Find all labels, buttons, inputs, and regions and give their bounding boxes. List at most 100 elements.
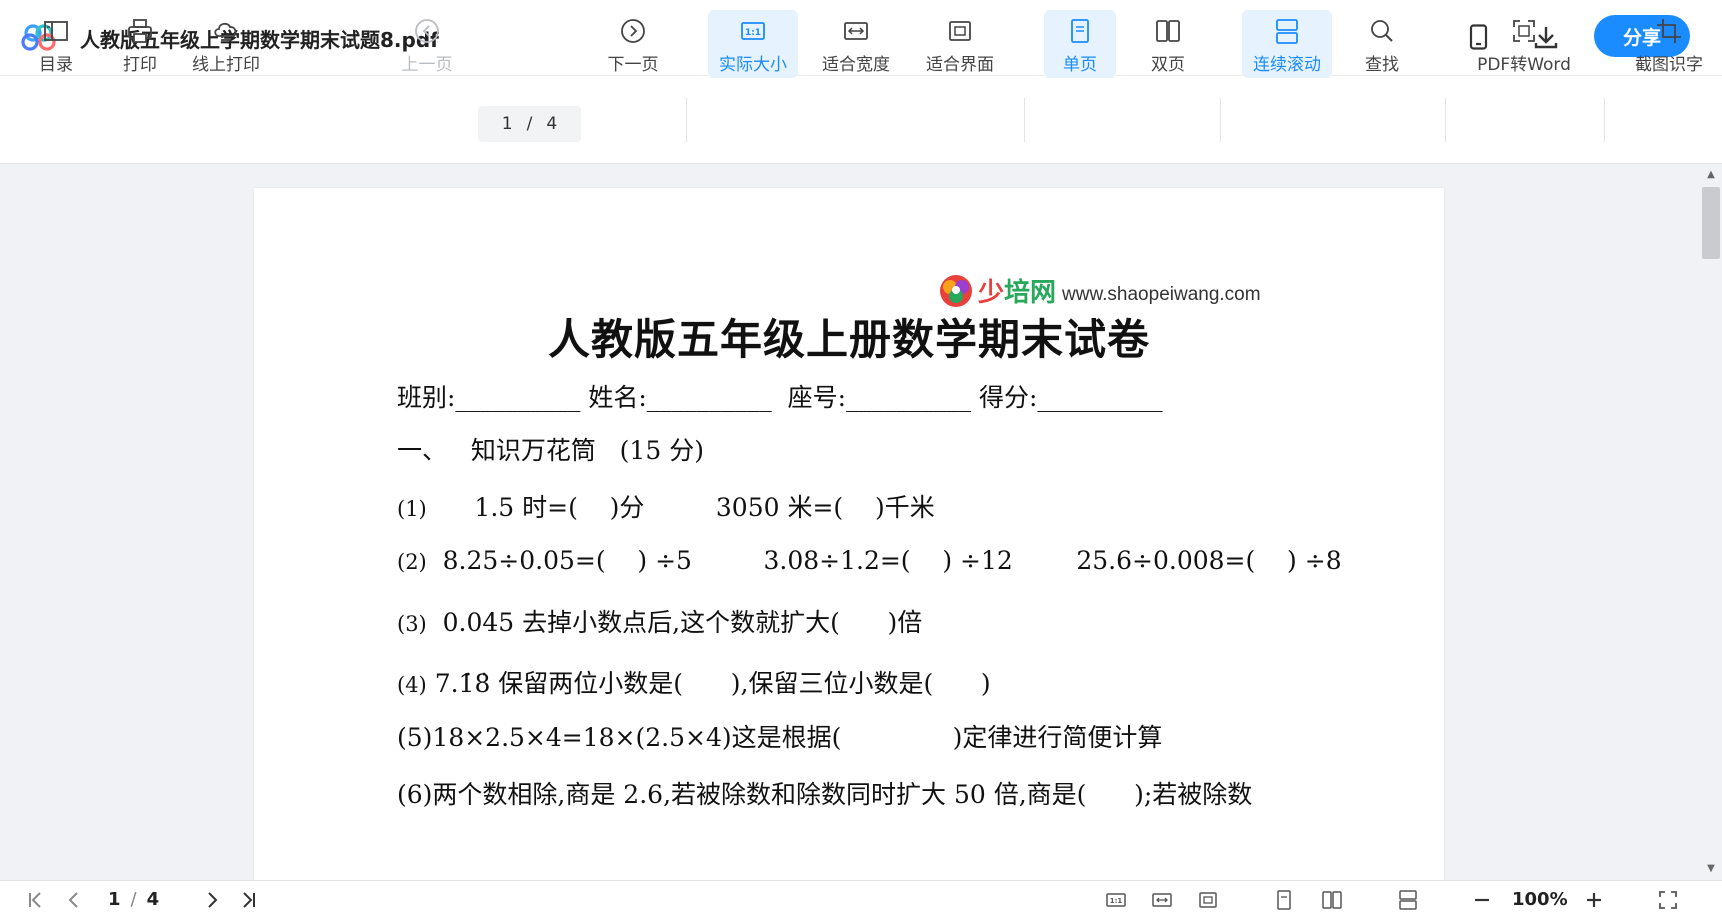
screenshot-ocr-button[interactable]: 截图识字 xyxy=(1628,10,1710,78)
svg-text:1:1: 1:1 xyxy=(745,28,761,38)
question-number: (1) xyxy=(397,497,427,521)
status-bar: 1 / 4 1:1 100% xyxy=(0,880,1722,917)
fit-screen-button[interactable]: 适合界面 xyxy=(920,10,1000,78)
zoom-level: 100% xyxy=(1512,889,1568,910)
watermark-logo: 少培网 www.shaopeiwang.com xyxy=(938,272,1261,309)
printer-icon xyxy=(128,19,152,43)
single-page-icon[interactable] xyxy=(1272,888,1296,912)
fit-width-label: 适合宽度 xyxy=(822,55,890,75)
continuous-scroll-icon[interactable] xyxy=(1396,888,1420,912)
search-icon xyxy=(1371,20,1393,42)
double-page-label: 双页 xyxy=(1151,55,1185,75)
fit-screen-icon xyxy=(949,21,971,41)
screenshot-ocr-label: 截图识字 xyxy=(1635,55,1703,75)
pdf-page: 少培网 www.shaopeiwang.com 人教版五年级上册数学期末试卷 班… xyxy=(254,188,1444,880)
scroll-thumb[interactable] xyxy=(1702,187,1720,259)
question-text: 7.1̇8̇ 保留两位小数是( ),保留三位小数是( ) xyxy=(426,669,991,698)
question-5: (5)18×2.5×4=18×(2.5×4)这是根据( )定律进行简便计算 xyxy=(397,723,1163,752)
question-6: (6)两个数相除,商是 2.6,若被除数和除数同时扩大 50 倍,商是( );若… xyxy=(397,780,1253,809)
first-page-icon[interactable] xyxy=(24,888,48,912)
convert-icon xyxy=(1513,20,1535,42)
pdf-to-word-button[interactable]: PDF转Word xyxy=(1472,10,1576,78)
actual-size-label: 实际大小 xyxy=(719,55,787,75)
flower-logo-icon xyxy=(940,274,972,307)
status-page-separator: / xyxy=(130,889,137,910)
toolbar-divider xyxy=(1024,98,1025,142)
toc-label: 目录 xyxy=(39,55,73,75)
question-text: 0.045 去掉小数点后,这个数就扩大( )倍 xyxy=(426,608,923,637)
question-text: 1.5 时=( )分 3050 米=( )千米 xyxy=(426,493,935,522)
question-number: (4) xyxy=(397,673,427,697)
document-viewer[interactable]: 少培网 www.shaopeiwang.com 人教版五年级上册数学期末试卷 班… xyxy=(0,165,1722,880)
watermark-url: www.shaopeiwang.com xyxy=(1062,283,1261,305)
toolbar-divider xyxy=(1604,98,1605,142)
scroll-up-arrow-icon[interactable]: ▲ xyxy=(1705,169,1717,181)
prev-page-label: 上一页 xyxy=(401,55,453,75)
page-separator: / xyxy=(526,114,533,134)
question-2: (2) 8.25÷0.05=( ) ÷5 3.08÷1.2=( ) ÷12 25… xyxy=(397,546,1342,575)
page-number-input[interactable]: 1 / 4 xyxy=(478,106,581,142)
zoom-out-icon[interactable] xyxy=(1470,888,1494,912)
single-page-button[interactable]: 单页 xyxy=(1044,10,1116,78)
toc-button[interactable]: 目录 xyxy=(30,10,82,78)
prev-page-button[interactable]: 上一页 xyxy=(396,10,458,78)
question-3: (3) 0.045 去掉小数点后,这个数就扩大( )倍 xyxy=(397,603,922,639)
continuous-scroll-button[interactable]: 连续滚动 xyxy=(1242,10,1332,78)
section-heading: 一、 知识万花筒 (15 分) xyxy=(397,436,704,465)
next-page-button[interactable]: 下一页 xyxy=(602,10,664,78)
chevron-right-circle-icon xyxy=(621,19,645,43)
question-text: 8.25÷0.05=( ) ÷5 3.08÷1.2=( ) ÷12 25.6÷0… xyxy=(426,546,1342,575)
total-pages: 4 xyxy=(546,114,558,134)
watermark-name-part: 少 xyxy=(978,278,1005,308)
fit-width-button[interactable]: 适合宽度 xyxy=(816,10,896,78)
double-page-button[interactable]: 双页 xyxy=(1132,10,1204,78)
toc-icon xyxy=(44,21,68,41)
question-number: (2) xyxy=(397,550,427,574)
double-page-icon[interactable] xyxy=(1320,888,1344,912)
actual-size-icon: 1:1 xyxy=(741,22,765,40)
fit-width-icon[interactable] xyxy=(1150,888,1174,912)
online-print-label: 线上打印 xyxy=(192,55,260,75)
current-page: 1 xyxy=(501,114,513,134)
print-button[interactable]: 打印 xyxy=(114,10,166,78)
fullscreen-icon[interactable] xyxy=(1656,888,1680,912)
question-number: (3) xyxy=(397,612,427,636)
watermark-name-part: 培网 xyxy=(1004,278,1057,308)
fit-width-icon xyxy=(844,22,868,40)
continuous-scroll-label: 连续滚动 xyxy=(1253,55,1321,75)
watermark-name: 少培网 xyxy=(978,272,1056,309)
find-label: 查找 xyxy=(1365,55,1399,75)
actual-size-icon[interactable]: 1:1 xyxy=(1104,888,1128,912)
fit-screen-label: 适合界面 xyxy=(926,55,994,75)
toolbar-divider xyxy=(686,98,687,142)
exam-title: 人教版五年级上册数学期末试卷 xyxy=(547,315,1150,364)
prev-page-icon[interactable] xyxy=(62,888,86,912)
fit-screen-icon[interactable] xyxy=(1196,888,1220,912)
online-print-button[interactable]: 线上打印 xyxy=(186,10,266,78)
continuous-scroll-icon xyxy=(1276,19,1298,44)
actual-size-button[interactable]: 1:1 实际大小 xyxy=(708,10,798,78)
pdf-to-word-label: PDF转Word xyxy=(1477,55,1571,75)
last-page-icon[interactable] xyxy=(236,888,260,912)
single-page-label: 单页 xyxy=(1063,55,1097,75)
svg-text:1:1: 1:1 xyxy=(1110,897,1123,905)
zoom-in-icon[interactable] xyxy=(1582,888,1606,912)
chevron-left-circle-icon xyxy=(415,19,439,43)
student-info-line: 班别:__________ 姓名:__________ 座号:_________… xyxy=(397,383,1163,412)
status-total-pages: 4 xyxy=(146,889,160,910)
status-current-page: 1 xyxy=(108,889,121,910)
vertical-scrollbar[interactable]: ▲ ▼ xyxy=(1700,165,1722,880)
cloud-print-icon xyxy=(214,22,237,41)
main-toolbar xyxy=(0,76,1722,164)
next-page-label: 下一页 xyxy=(607,55,659,75)
status-page-indicator[interactable]: 1 / 4 xyxy=(108,889,159,910)
next-page-icon[interactable] xyxy=(200,888,224,912)
crop-icon xyxy=(1657,19,1681,43)
print-label: 打印 xyxy=(123,55,157,75)
double-page-icon xyxy=(1156,20,1180,42)
single-page-icon xyxy=(1071,19,1089,43)
question-4: (4) 7.1̇8̇ 保留两位小数是( ),保留三位小数是( ) xyxy=(397,664,991,700)
find-button[interactable]: 查找 xyxy=(1350,10,1414,78)
scroll-down-arrow-icon[interactable]: ▼ xyxy=(1705,863,1717,875)
toolbar-divider xyxy=(1220,98,1221,142)
